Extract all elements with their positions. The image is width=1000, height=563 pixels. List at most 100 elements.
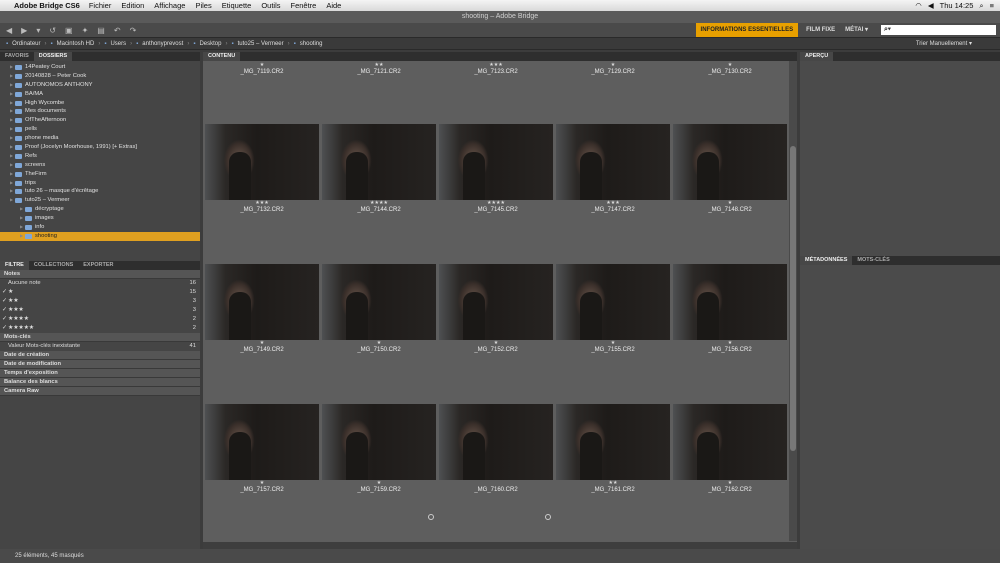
- folder-item[interactable]: ▶ Mes documents: [0, 107, 200, 116]
- thumbnail-image[interactable]: [673, 404, 787, 480]
- app-name[interactable]: Adobe Bridge CS6: [14, 1, 80, 10]
- folder-item[interactable]: ▶ phone media: [0, 134, 200, 143]
- breadcrumb-item[interactable]: tuto25 – Vermeer: [238, 41, 284, 47]
- scrollbar-thumb[interactable]: [790, 146, 796, 451]
- forward-icon[interactable]: ▶: [21, 26, 27, 35]
- folder-item[interactable]: ▶ tuto25 – Vermeer: [0, 196, 200, 205]
- workspace-meta[interactable]: MÉTAI ▾: [840, 23, 873, 37]
- camera-icon[interactable]: ▣: [65, 26, 73, 35]
- search-input[interactable]: ⌕▾: [881, 25, 996, 35]
- thumbnail-cell[interactable]: ★ _MG_7152.CR2: [439, 264, 553, 354]
- sort-dropdown[interactable]: Trier Manuellement ▾: [916, 38, 972, 51]
- list-icon[interactable]: ≡: [990, 1, 994, 10]
- thumbnail-cell[interactable]: ★★★★ _MG_7144.CR2: [322, 124, 436, 214]
- thumbnail-cell[interactable]: _MG_7160.CR2: [439, 404, 553, 494]
- workspace-film[interactable]: FILM FIXE: [801, 23, 840, 37]
- boomerang-icon[interactable]: ↺: [49, 26, 56, 35]
- thumbnail-image[interactable]: [439, 124, 553, 200]
- filter-keywords-header[interactable]: Mots-clés: [0, 333, 200, 342]
- expand-arrow-icon[interactable]: ▶: [8, 187, 15, 196]
- thumbnail-image[interactable]: [673, 124, 787, 200]
- tab-favoris[interactable]: FAVORIS: [0, 52, 34, 61]
- filter-row[interactable]: Valeur Mots-clés inexistante 41: [0, 342, 200, 351]
- folder-item[interactable]: ▶ info: [0, 223, 200, 232]
- folder-item[interactable]: ▶ pells: [0, 125, 200, 134]
- filter-notes-header[interactable]: Notes: [0, 270, 200, 279]
- thumbnail-cell[interactable]: ★★ _MG_7121.CR2: [322, 62, 436, 76]
- folder-item[interactable]: ▶ Refs: [0, 152, 200, 161]
- rotate-right-icon[interactable]: ↷: [130, 26, 137, 35]
- menu-etiquette[interactable]: Etiquette: [222, 1, 252, 10]
- thumbnail-cell[interactable]: ★★ _MG_7161.CR2: [556, 404, 670, 494]
- tab-metadonnees[interactable]: MÉTADONNÉES: [800, 256, 853, 265]
- tab-collections[interactable]: COLLECTIONS: [29, 261, 78, 270]
- folder-item[interactable]: ▶ High Wycombe: [0, 99, 200, 108]
- tab-exporter[interactable]: EXPORTER: [78, 261, 118, 270]
- thumbnail-image[interactable]: [205, 124, 319, 200]
- wifi-icon[interactable]: ◠: [915, 1, 922, 10]
- thumbnail-cell[interactable]: ★ _MG_7162.CR2: [673, 404, 787, 494]
- thumbnail-image[interactable]: [322, 404, 436, 480]
- folder-item[interactable]: ▶ décryptage: [0, 205, 200, 214]
- refine-icon[interactable]: ✦: [82, 26, 89, 35]
- expand-arrow-icon[interactable]: ▶: [8, 179, 15, 188]
- filter-section-header[interactable]: Balance des blancs: [0, 378, 200, 387]
- folder-item[interactable]: ▶ BA/MA: [0, 90, 200, 99]
- tab-filtre[interactable]: FILTRE: [0, 261, 29, 270]
- thumbnail-image[interactable]: [556, 404, 670, 480]
- thumbnail-cell[interactable]: ★ _MG_7129.CR2: [556, 62, 670, 76]
- thumbnail-cell[interactable]: ★ _MG_7157.CR2: [205, 404, 319, 494]
- expand-arrow-icon[interactable]: ▶: [8, 134, 15, 143]
- expand-arrow-icon[interactable]: ▶: [18, 232, 25, 241]
- thumbnail-cell[interactable]: ★★★★ _MG_7145.CR2: [439, 124, 553, 214]
- tab-apercu[interactable]: APERÇU: [800, 52, 834, 61]
- filter-row[interactable]: ✓ ★★★★★ 2: [0, 324, 200, 333]
- folder-item[interactable]: ▶ TheFirm: [0, 170, 200, 179]
- filter-row[interactable]: ✓ ★ 15: [0, 288, 200, 297]
- filter-row[interactable]: Aucune note 16: [0, 279, 200, 288]
- thumbnail-cell[interactable]: ★★★ _MG_7147.CR2: [556, 124, 670, 214]
- expand-arrow-icon[interactable]: ▶: [8, 170, 15, 179]
- expand-arrow-icon[interactable]: ▶: [8, 72, 15, 81]
- thumbnail-image[interactable]: [205, 404, 319, 480]
- expand-arrow-icon[interactable]: ▶: [8, 63, 15, 72]
- thumbnail-cell[interactable]: ★ _MG_7148.CR2: [673, 124, 787, 214]
- thumbnail-image[interactable]: [556, 264, 670, 340]
- expand-arrow-icon[interactable]: ▶: [8, 81, 15, 90]
- menu-aide[interactable]: Aide: [326, 1, 341, 10]
- scrollbar[interactable]: [789, 61, 797, 541]
- expand-arrow-icon[interactable]: ▶: [8, 99, 15, 108]
- thumbnail-image[interactable]: [205, 264, 319, 340]
- filter-row[interactable]: ✓ ★★★ 3: [0, 306, 200, 315]
- breadcrumb-item[interactable]: anthonyprevost: [142, 41, 183, 47]
- thumbnail-cell[interactable]: ★ _MG_7159.CR2: [322, 404, 436, 494]
- thumbnail-cell[interactable]: ★ _MG_7156.CR2: [673, 264, 787, 354]
- folder-item[interactable]: ▶ trips: [0, 179, 200, 188]
- thumbnail-cell[interactable]: ★ _MG_7119.CR2: [205, 62, 319, 76]
- thumbnail-image[interactable]: [556, 124, 670, 200]
- expand-arrow-icon[interactable]: ▶: [8, 152, 15, 161]
- breadcrumb-item[interactable]: shooting: [300, 41, 323, 47]
- menu-piles[interactable]: Piles: [195, 1, 211, 10]
- thumbnail-cell[interactable]: ★ _MG_7149.CR2: [205, 264, 319, 354]
- filter-section-header[interactable]: Temps d'exposition: [0, 369, 200, 378]
- tab-dossiers[interactable]: DOSSIERS: [33, 52, 73, 61]
- breadcrumb-item[interactable]: Desktop: [199, 41, 221, 47]
- breadcrumb-item[interactable]: Ordinateur: [12, 41, 40, 47]
- filter-row[interactable]: ✓ ★★ 3: [0, 297, 200, 306]
- search-icon[interactable]: ⌕: [979, 1, 983, 11]
- folder-item[interactable]: ▶ images: [0, 214, 200, 223]
- open-icon[interactable]: ▤: [97, 26, 105, 35]
- volume-icon[interactable]: ◀: [928, 1, 934, 10]
- filter-section-header[interactable]: Date de création: [0, 351, 200, 360]
- expand-arrow-icon[interactable]: ▶: [18, 223, 25, 232]
- expand-arrow-icon[interactable]: ▶: [8, 196, 15, 205]
- menu-affichage[interactable]: Affichage: [154, 1, 185, 10]
- folder-item[interactable]: ▶ tuto 26 – masque d'écrêtage: [0, 187, 200, 196]
- workspace-essentials[interactable]: INFORMATIONS ESSENTIELLES: [695, 23, 799, 37]
- recent-icon[interactable]: ▾: [36, 26, 40, 35]
- folder-item[interactable]: ▶ OfTheAfternoon: [0, 116, 200, 125]
- menu-edition[interactable]: Edition: [121, 1, 144, 10]
- clock[interactable]: Thu 14:25: [940, 1, 974, 10]
- expand-arrow-icon[interactable]: ▶: [8, 90, 15, 99]
